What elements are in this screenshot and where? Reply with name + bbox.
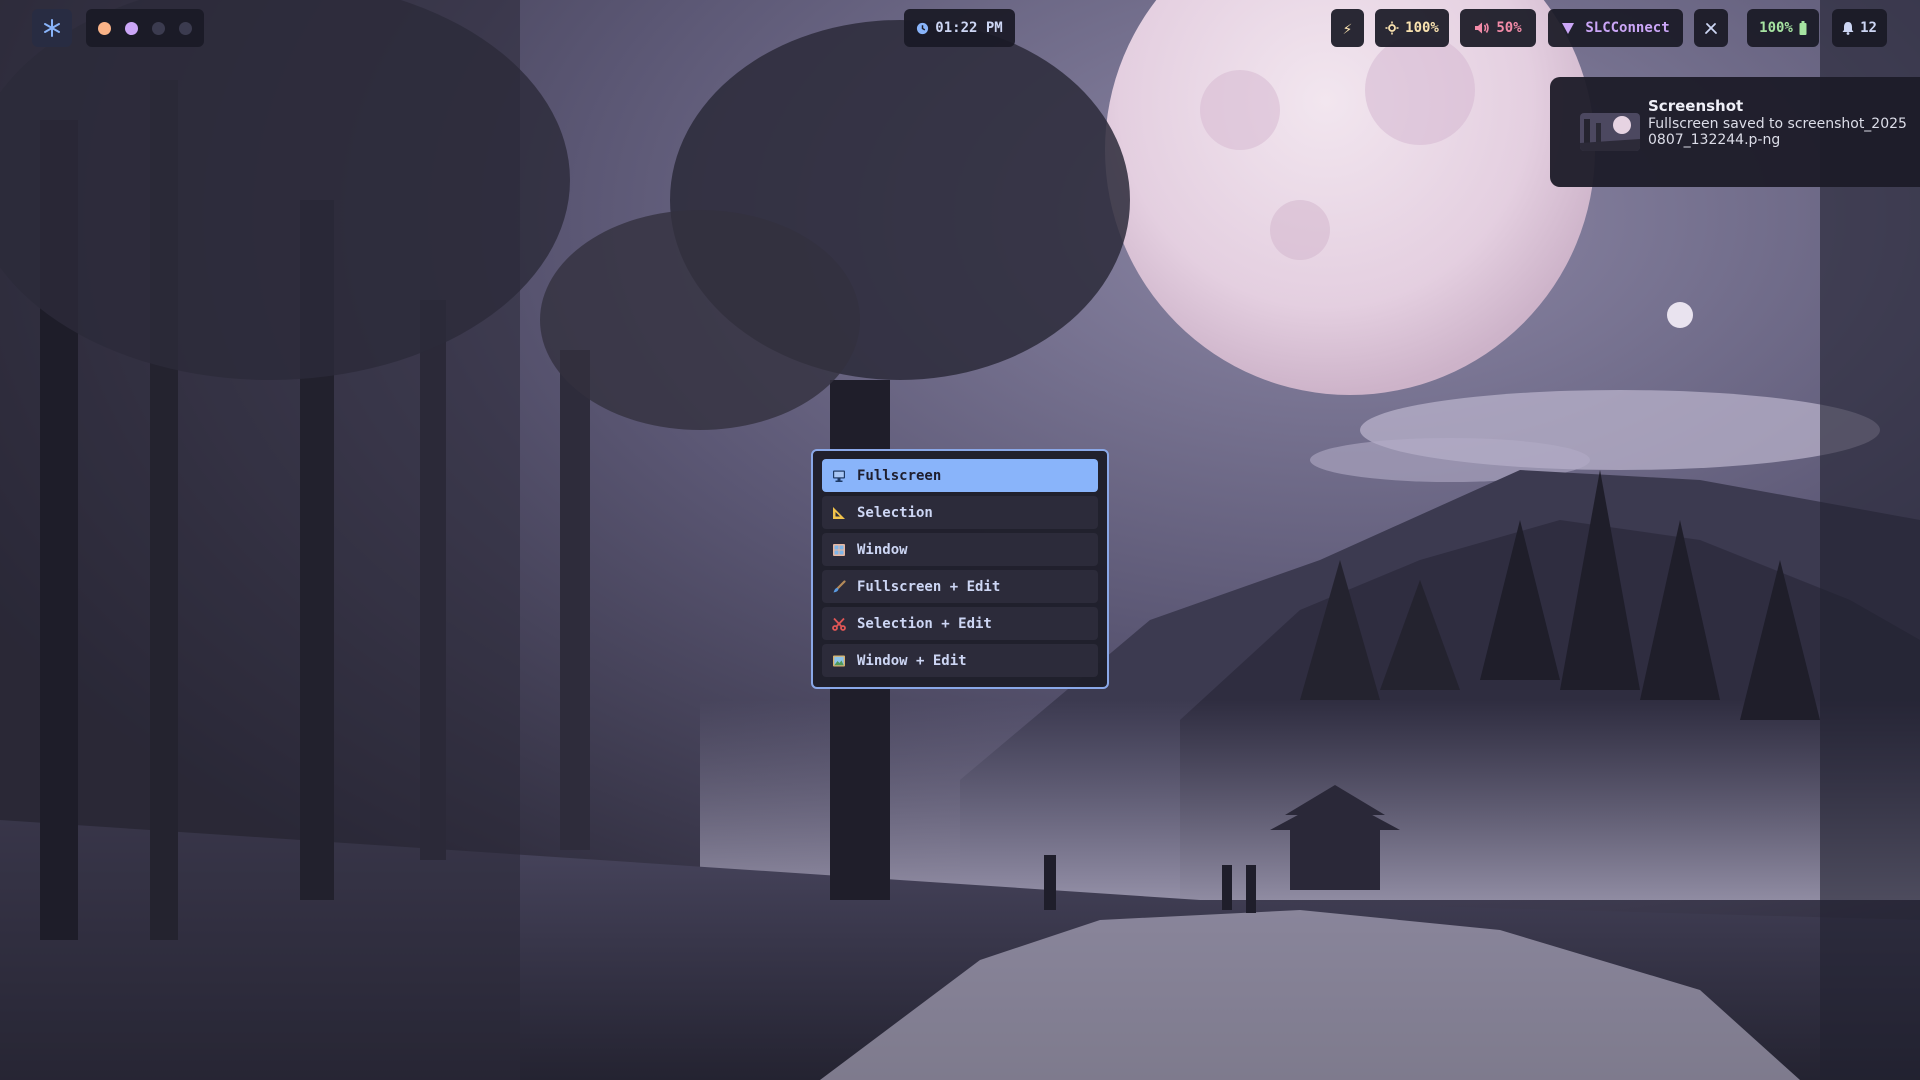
workspace-2[interactable]: [125, 21, 138, 35]
battery-value: 100%: [1759, 20, 1793, 36]
workspace-4[interactable]: [179, 21, 192, 35]
vpn-name: SLCConnect: [1585, 20, 1670, 36]
bell-icon: [1842, 21, 1854, 35]
volume-widget[interactable]: 50%: [1460, 9, 1536, 47]
menu-item-fullscreen-edit[interactable]: Fullscreen + Edit: [822, 570, 1098, 603]
notification-center-button[interactable]: 12: [1832, 9, 1887, 47]
screenshot-notification[interactable]: Screenshot Fullscreen saved to screensho…: [1550, 77, 1920, 187]
speaker-icon: [1474, 21, 1490, 35]
menu-item-label: Selection + Edit: [857, 615, 992, 632]
ruler-icon: [831, 505, 847, 521]
brightness-widget[interactable]: 100%: [1375, 9, 1449, 47]
menu-item-label: Fullscreen + Edit: [857, 578, 1001, 595]
workspace-3[interactable]: [152, 21, 165, 35]
scissors-icon: [831, 616, 847, 632]
clock-time: 01:22 PM: [935, 20, 1003, 36]
screenshot-menu: Fullscreen Selection Window Fullscreen +…: [811, 449, 1109, 689]
brightness-value: 100%: [1405, 20, 1439, 36]
menu-item-label: Window: [857, 541, 908, 558]
picture-icon: [831, 653, 847, 669]
tools-icon: [1704, 21, 1718, 35]
workspace-switcher: [86, 9, 204, 47]
battery-icon: [1799, 21, 1807, 35]
brightness-icon: [1385, 21, 1399, 35]
launcher-button[interactable]: [32, 9, 72, 47]
battery-widget[interactable]: 100%: [1747, 9, 1819, 47]
snowflake-icon: [42, 18, 62, 38]
monitor-icon: [831, 468, 847, 484]
menu-item-window[interactable]: Window: [822, 533, 1098, 566]
notification-title: Screenshot: [1648, 97, 1744, 115]
menu-item-fullscreen[interactable]: Fullscreen: [822, 459, 1098, 492]
vpn-widget[interactable]: SLCConnect: [1548, 9, 1683, 47]
screenshot-thumbnail: [1580, 113, 1640, 151]
shield-icon: [1561, 21, 1575, 35]
window-icon: [831, 542, 847, 558]
notification-body: Fullscreen saved to screenshot_20250807_…: [1648, 116, 1907, 148]
paintbrush-icon: [831, 579, 847, 595]
menu-item-label: Selection: [857, 504, 933, 521]
clock-widget[interactable]: 01:22 PM: [904, 9, 1015, 47]
power-profile-button[interactable]: ⚡: [1331, 9, 1364, 47]
menu-item-label: Window + Edit: [857, 652, 967, 669]
menu-item-selection-edit[interactable]: Selection + Edit: [822, 607, 1098, 640]
menu-item-label: Fullscreen: [857, 467, 942, 484]
lightning-icon: ⚡: [1342, 18, 1353, 38]
menu-item-selection[interactable]: Selection: [822, 496, 1098, 529]
menu-item-window-edit[interactable]: Window + Edit: [822, 644, 1098, 677]
notification-count: 12: [1860, 20, 1877, 36]
workspace-1[interactable]: [98, 21, 111, 35]
tools-button[interactable]: [1694, 9, 1728, 47]
volume-value: 50%: [1496, 20, 1522, 36]
clock-icon: [916, 22, 929, 35]
